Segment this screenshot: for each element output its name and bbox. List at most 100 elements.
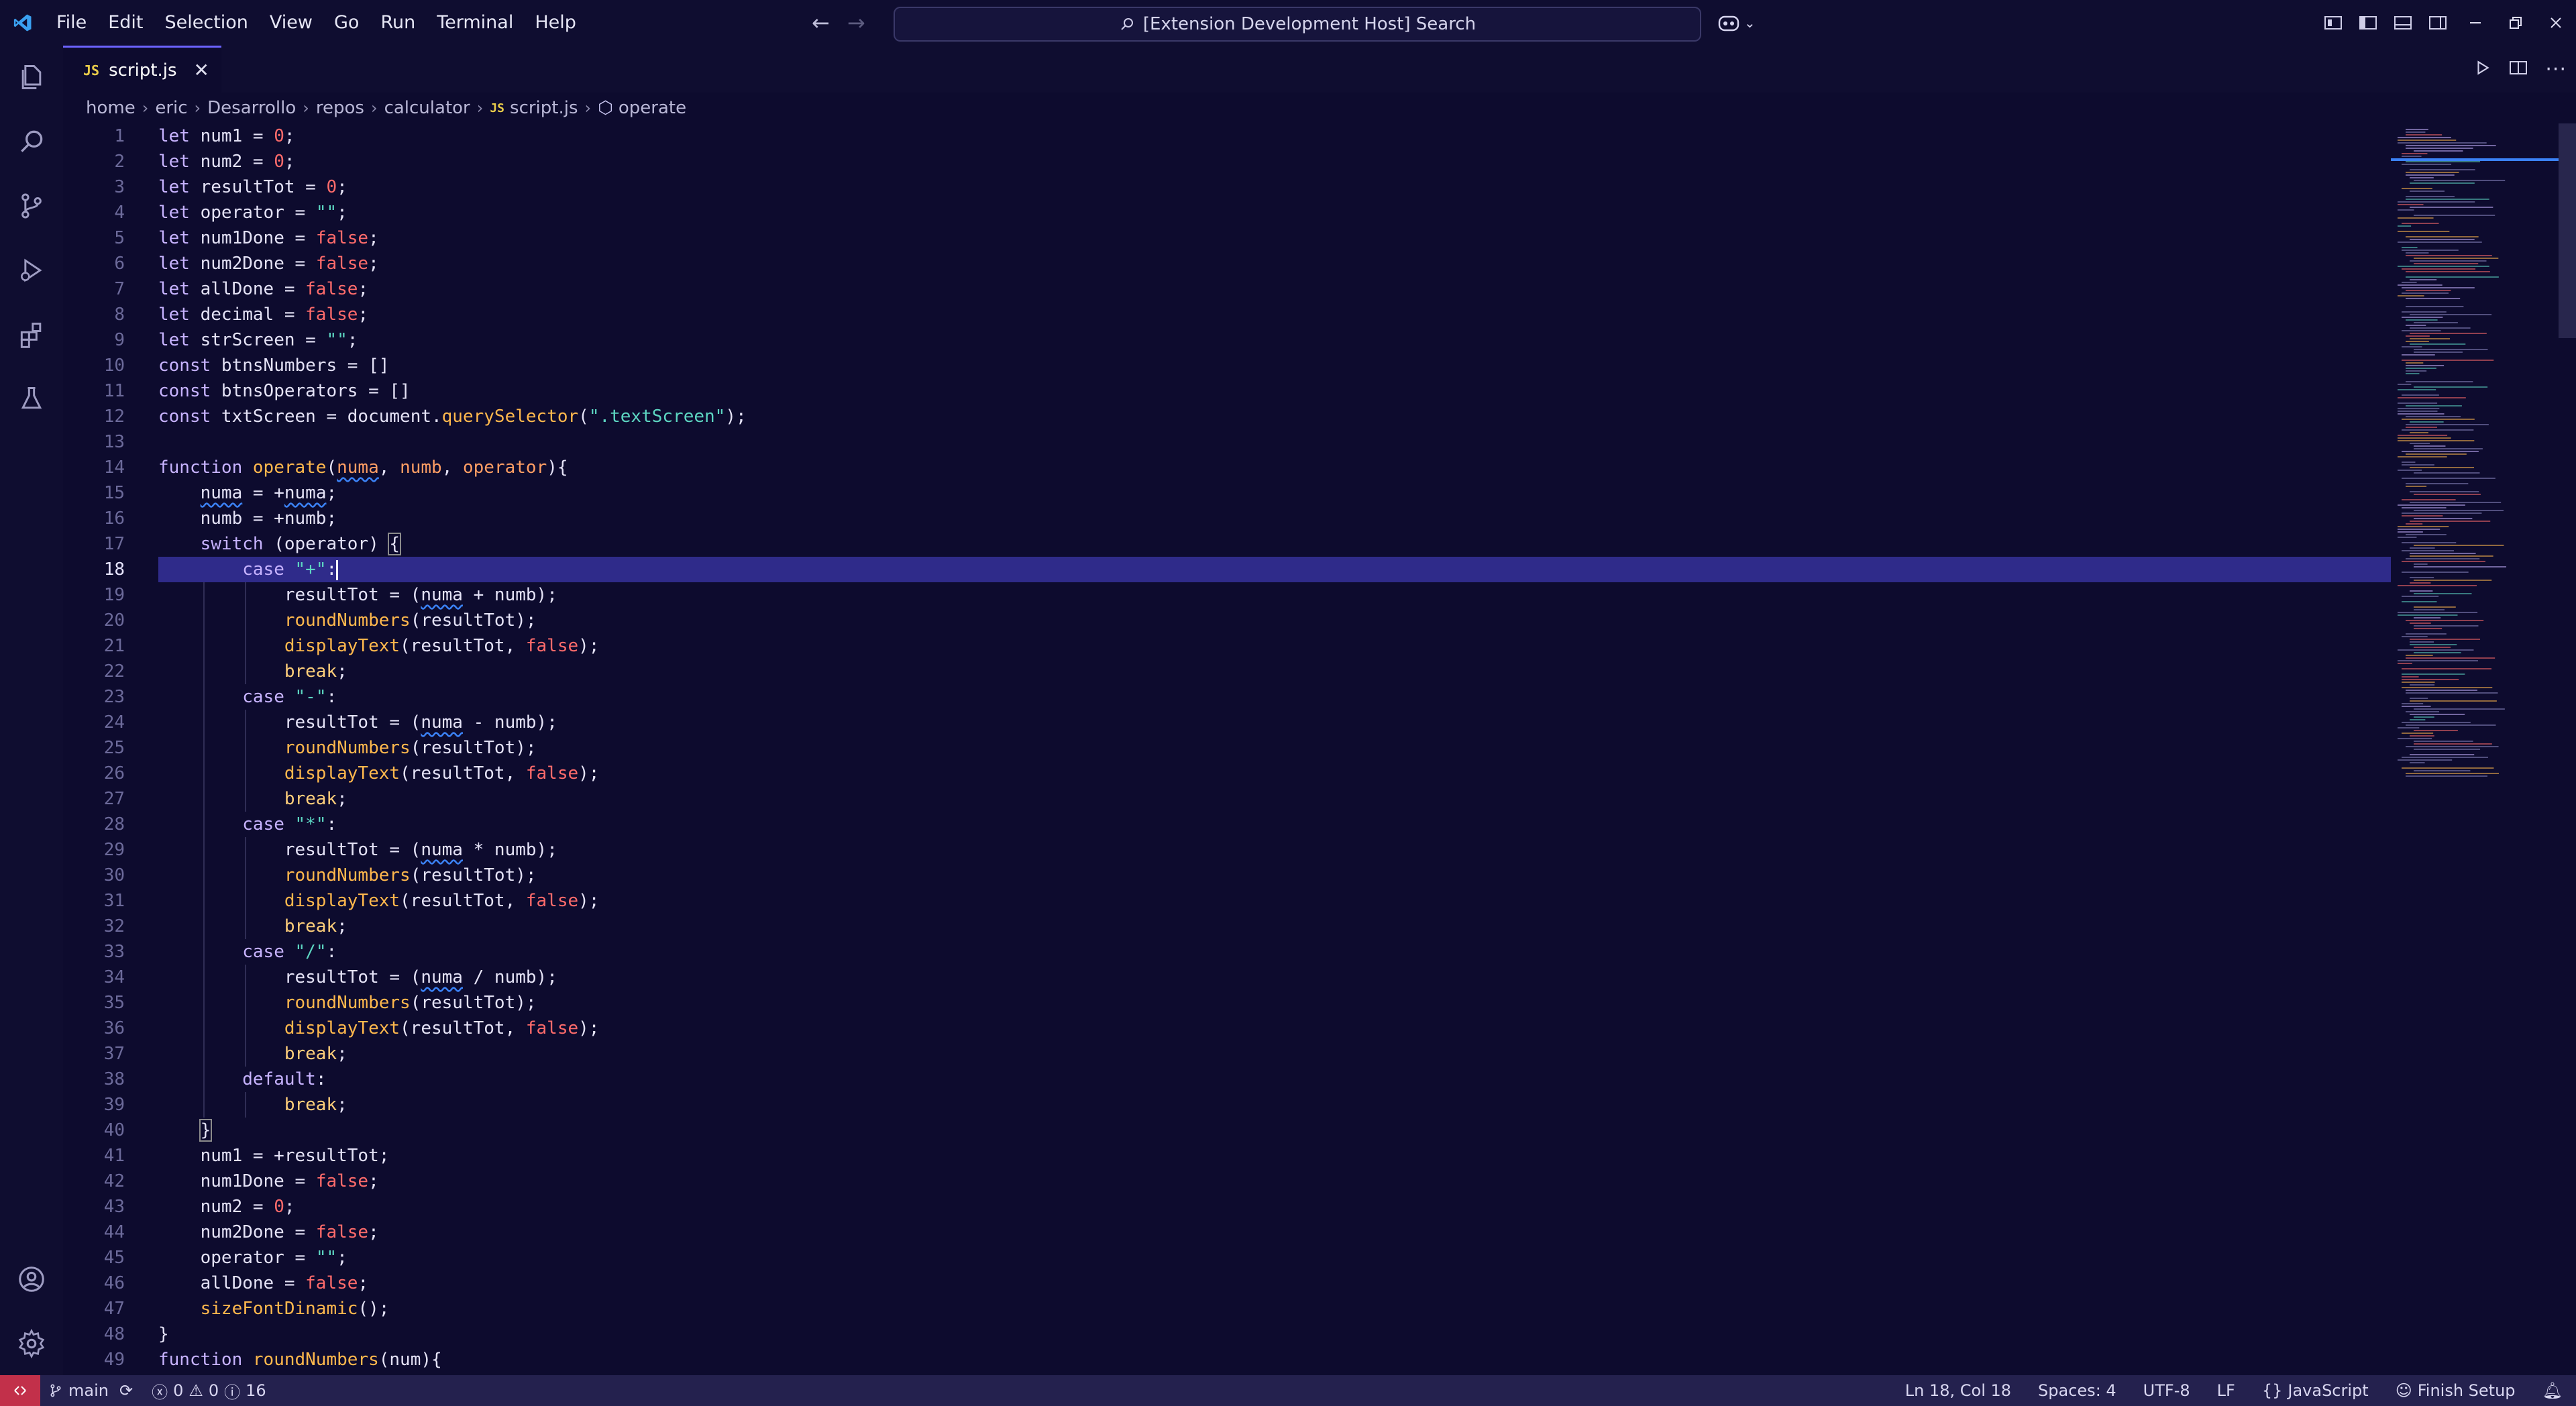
remote-indicator-icon[interactable] <box>0 1375 40 1406</box>
line-number[interactable]: 38 <box>63 1067 125 1092</box>
code-line[interactable]: 33 case "/": <box>63 939 2391 965</box>
line-number[interactable]: 21 <box>63 633 125 659</box>
code-line[interactable]: 35 roundNumbers(resultTot); <box>63 990 2391 1016</box>
code-line[interactable]: 18 case "+": <box>63 557 2391 582</box>
line-number[interactable]: 6 <box>63 251 125 276</box>
breadcrumb-item[interactable]: calculator <box>384 98 470 118</box>
code-line[interactable]: 30 roundNumbers(resultTot); <box>63 863 2391 888</box>
code-line[interactable]: 9 let strScreen = ""; <box>63 327 2391 353</box>
menu-go[interactable]: Go <box>323 0 370 46</box>
line-number[interactable]: 44 <box>63 1220 125 1245</box>
line-number[interactable]: 40 <box>63 1118 125 1143</box>
code-line[interactable]: 8 let decimal = false; <box>63 302 2391 327</box>
line-number[interactable]: 29 <box>63 837 125 863</box>
back-arrow-icon[interactable]: ← <box>812 10 830 36</box>
toggle-panel-icon[interactable] <box>2385 0 2420 46</box>
line-number[interactable]: 46 <box>63 1270 125 1296</box>
line-number[interactable]: 30 <box>63 863 125 888</box>
code-line[interactable]: 12 const txtScreen = document.querySelect… <box>63 404 2391 429</box>
notifications-bell-icon[interactable]: 🔔︎ <box>2542 1381 2563 1400</box>
line-number[interactable]: 45 <box>63 1245 125 1270</box>
extensions-icon[interactable] <box>0 303 63 366</box>
code-line[interactable]: 31 displayText(resultTot, false); <box>63 888 2391 914</box>
line-number[interactable]: 3 <box>63 174 125 200</box>
code-line[interactable]: 16 numb = +numb; <box>63 506 2391 531</box>
forward-arrow-icon[interactable]: → <box>847 10 865 36</box>
branch-indicator[interactable]: main ⟳ <box>48 1381 133 1400</box>
line-number[interactable]: 27 <box>63 786 125 812</box>
code-line[interactable]: 32 break; <box>63 914 2391 939</box>
code-line[interactable]: 10 const btnsNumbers = [] <box>63 353 2391 378</box>
search-icon[interactable] <box>0 110 63 173</box>
line-number[interactable]: 26 <box>63 761 125 786</box>
restore-icon[interactable] <box>2496 0 2536 46</box>
line-number[interactable]: 16 <box>63 506 125 531</box>
cursor-position[interactable]: Ln 18, Col 18 <box>1905 1381 2011 1400</box>
code-line[interactable]: 34 resultTot = (numa / numb); <box>63 965 2391 990</box>
line-number[interactable]: 17 <box>63 531 125 557</box>
run-file-icon[interactable] <box>2474 59 2491 79</box>
code-line[interactable]: 14 function operate(numa, numb, operator)… <box>63 455 2391 480</box>
split-editor-icon[interactable] <box>2509 59 2528 79</box>
indentation[interactable]: Spaces: 4 <box>2038 1381 2116 1400</box>
line-number[interactable]: 48 <box>63 1321 125 1347</box>
end-of-line[interactable]: LF <box>2217 1381 2235 1400</box>
line-number[interactable]: 14 <box>63 455 125 480</box>
menu-help[interactable]: Help <box>524 0 587 46</box>
code-line[interactable]: 4 let operator = ""; <box>63 200 2391 225</box>
line-number[interactable]: 33 <box>63 939 125 965</box>
code-line[interactable]: 20 roundNumbers(resultTot); <box>63 608 2391 633</box>
breadcrumb-file[interactable]: script.js <box>510 98 578 118</box>
code-line[interactable]: 45 operator = ""; <box>63 1245 2391 1270</box>
sync-icon[interactable]: ⟳ <box>119 1381 133 1400</box>
line-number[interactable]: 8 <box>63 302 125 327</box>
breadcrumb-item[interactable]: eric <box>155 98 187 118</box>
code-line[interactable]: 40 } <box>63 1118 2391 1143</box>
line-number[interactable]: 1 <box>63 123 125 149</box>
code-line[interactable]: 5 let num1Done = false; <box>63 225 2391 251</box>
line-number[interactable]: 18 <box>63 557 125 582</box>
menu-selection[interactable]: Selection <box>154 0 258 46</box>
line-number[interactable]: 7 <box>63 276 125 302</box>
line-number[interactable]: 2 <box>63 149 125 174</box>
line-number[interactable]: 34 <box>63 965 125 990</box>
code-line[interactable]: 15 numa = +numa; <box>63 480 2391 506</box>
toggle-secondary-sidebar-icon[interactable] <box>2420 0 2455 46</box>
line-number[interactable]: 37 <box>63 1041 125 1067</box>
code-line[interactable]: 3 let resultTot = 0; <box>63 174 2391 200</box>
scrollbar-thumb[interactable] <box>2559 123 2576 338</box>
code-editor[interactable]: 1 let num1 = 0; 2 let num2 = 0; 3 let resultT… <box>63 123 2391 1375</box>
code-line[interactable]: 2 let num2 = 0; <box>63 149 2391 174</box>
line-number[interactable]: 20 <box>63 608 125 633</box>
menu-file[interactable]: File <box>46 0 97 46</box>
code-line[interactable]: 13 <box>63 429 2391 455</box>
explorer-icon[interactable] <box>0 46 63 109</box>
close-window-icon[interactable] <box>2536 0 2576 46</box>
tab-script-js[interactable]: JS script.js ✕ <box>63 46 221 93</box>
line-number[interactable]: 47 <box>63 1296 125 1321</box>
code-line[interactable]: 41 num1 = +resultTot; <box>63 1143 2391 1169</box>
line-number[interactable]: 25 <box>63 735 125 761</box>
breadcrumb-item[interactable]: repos <box>316 98 364 118</box>
line-number[interactable]: 19 <box>63 582 125 608</box>
line-number[interactable]: 24 <box>63 710 125 735</box>
code-line[interactable]: 25 roundNumbers(resultTot); <box>63 735 2391 761</box>
breadcrumb-symbol[interactable]: operate <box>619 98 686 118</box>
line-number[interactable]: 28 <box>63 812 125 837</box>
code-line[interactable]: 11 const btnsOperators = [] <box>63 378 2391 404</box>
line-number[interactable]: 11 <box>63 378 125 404</box>
close-tab-icon[interactable]: ✕ <box>194 59 209 81</box>
code-line[interactable]: 28 case "*": <box>63 812 2391 837</box>
line-number[interactable]: 12 <box>63 404 125 429</box>
code-line[interactable]: 43 num2 = 0; <box>63 1194 2391 1220</box>
line-number[interactable]: 15 <box>63 480 125 506</box>
code-line[interactable]: 27 break; <box>63 786 2391 812</box>
language-mode[interactable]: {} JavaScript <box>2262 1381 2369 1400</box>
line-number[interactable]: 39 <box>63 1092 125 1118</box>
line-number[interactable]: 31 <box>63 888 125 914</box>
code-line[interactable]: 49 function roundNumbers(num){ <box>63 1347 2391 1372</box>
source-control-icon[interactable] <box>0 174 63 237</box>
command-center-search[interactable]: [Extension Development Host] Search <box>894 7 1701 42</box>
code-line[interactable]: 7 let allDone = false; <box>63 276 2391 302</box>
line-number[interactable]: 49 <box>63 1347 125 1372</box>
